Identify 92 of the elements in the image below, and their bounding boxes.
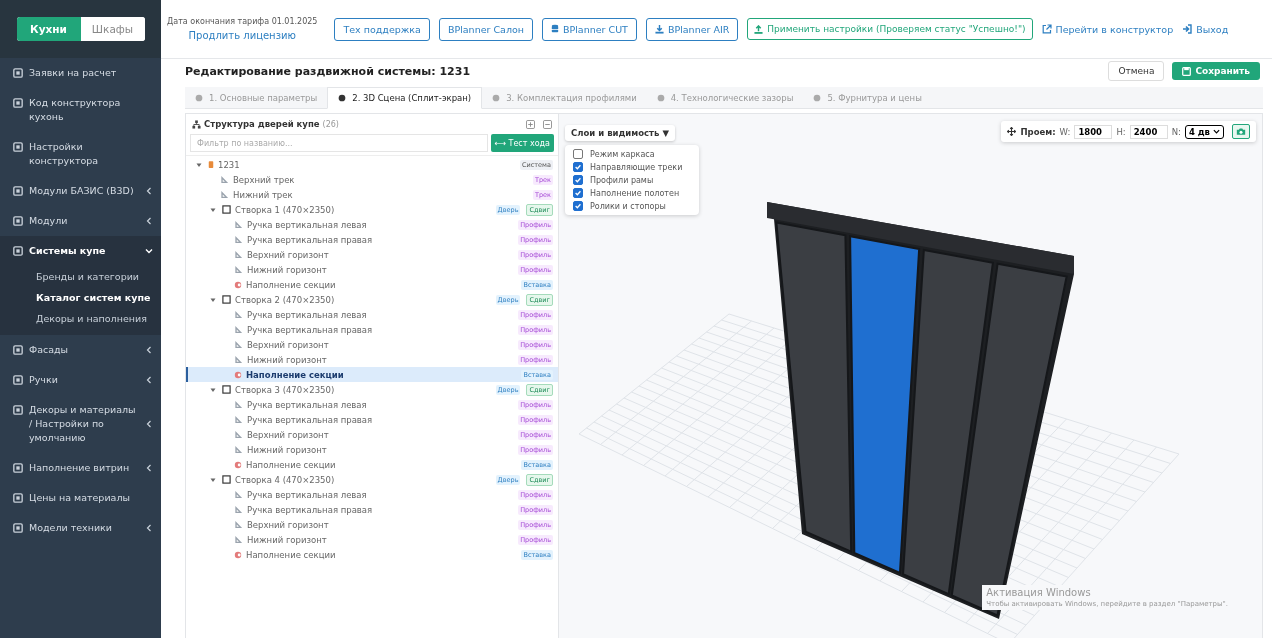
tab-icon bbox=[492, 93, 501, 102]
download-icon bbox=[654, 24, 664, 34]
page-title: Редактирование раздвижной системы: 1231 bbox=[185, 64, 472, 78]
tab-icon bbox=[813, 93, 822, 102]
external-link-icon bbox=[1041, 24, 1052, 34]
toolbar-button[interactable]: BPlanner AIR bbox=[645, 17, 739, 41]
layer-label: Наполнение полотен bbox=[590, 188, 680, 198]
database-icon bbox=[551, 24, 559, 34]
sidebar-item[interactable]: Заявки на расчет bbox=[0, 58, 161, 88]
sidebar-item[interactable]: Модели техники bbox=[0, 513, 161, 543]
count-label: N: bbox=[1171, 126, 1181, 137]
renew-license-link[interactable]: Продлить лицензию bbox=[188, 30, 296, 41]
sidebar-item[interactable]: Фасады bbox=[0, 335, 161, 365]
floppy-icon bbox=[1182, 66, 1192, 76]
menu-icon bbox=[13, 345, 23, 355]
height-label: H: bbox=[1116, 126, 1126, 137]
menu-icon bbox=[13, 142, 23, 152]
menu-icon bbox=[13, 493, 23, 503]
layer-label: Направляющие треки bbox=[590, 162, 683, 172]
camera-button[interactable] bbox=[1232, 124, 1250, 139]
logout-icon bbox=[1182, 24, 1193, 34]
upload-icon bbox=[754, 24, 764, 34]
submenu-item[interactable]: Каталог систем купе bbox=[0, 287, 161, 308]
collapse-all-icon[interactable] bbox=[543, 119, 552, 129]
toolbar-button[interactable]: BPlanner Салон bbox=[438, 17, 533, 41]
menu-icon bbox=[13, 463, 23, 473]
sidebar-item[interactable]: Модули bbox=[0, 206, 161, 236]
chevron-left-icon bbox=[145, 524, 153, 532]
move-icon bbox=[1007, 127, 1017, 136]
sidebar-item[interactable]: Модули БАЗИС (B3D) bbox=[0, 176, 161, 206]
toolbar-button[interactable]: BPlanner CUT bbox=[542, 17, 637, 41]
chevron-left-icon bbox=[145, 217, 153, 225]
toolbar-button[interactable]: Применить настройки (Проверяем статус "Успешно!") bbox=[747, 18, 1033, 40]
width-label: W: bbox=[1059, 126, 1071, 137]
sidebar-item[interactable]: Декоры и материалы / Настройки по умолчанию bbox=[0, 395, 161, 453]
sidebar-item[interactable]: Системы купе bbox=[0, 236, 161, 266]
chevron-down-icon bbox=[145, 247, 153, 255]
constructor-link[interactable]: Перейти в конструктор bbox=[1041, 23, 1174, 35]
checkbox[interactable] bbox=[573, 149, 583, 159]
sidebar-item[interactable]: Цены на материалы bbox=[0, 483, 161, 513]
tab-icon bbox=[656, 93, 665, 102]
filter-field[interactable]: Фильтр по названию... bbox=[190, 134, 488, 152]
hierarchy-icon bbox=[192, 119, 201, 129]
menu-icon bbox=[13, 523, 23, 533]
menu-icon bbox=[13, 405, 23, 415]
layer-label: Ролики и стопоры bbox=[590, 201, 666, 211]
activation-title: Активация Windows bbox=[986, 587, 1092, 598]
caret-icon[interactable] bbox=[210, 386, 216, 393]
tariff-date: Дата окончания тарифа 01.01.2025 bbox=[167, 17, 318, 26]
caret-icon[interactable] bbox=[210, 296, 216, 303]
sidebar-item[interactable]: Код конструктора кухонь bbox=[0, 88, 161, 132]
chevron-left-icon bbox=[145, 187, 153, 195]
chevron-down-icon bbox=[1213, 128, 1220, 135]
layer-label: Профили рамы bbox=[590, 175, 654, 185]
sidebar-item[interactable]: Ручки bbox=[0, 365, 161, 395]
height-field[interactable]: 2400 bbox=[1129, 124, 1168, 139]
layer-label: Режим каркаса bbox=[590, 149, 655, 159]
camera-icon bbox=[1236, 127, 1246, 136]
caret-icon[interactable] bbox=[196, 161, 202, 168]
expand-all-icon[interactable] bbox=[526, 119, 535, 129]
sidebar-item[interactable]: Настройки конструктора bbox=[0, 132, 161, 176]
checkbox[interactable] bbox=[573, 201, 583, 211]
caret-icon[interactable] bbox=[210, 476, 216, 483]
logout-link[interactable]: Выход bbox=[1182, 23, 1229, 35]
menu-icon bbox=[13, 216, 23, 226]
tree-title: Структура дверей купе bbox=[204, 119, 320, 129]
cancel-button[interactable]: Отмена bbox=[1108, 61, 1165, 81]
submenu-item[interactable]: Декоры и наполнения bbox=[0, 308, 161, 329]
menu-icon bbox=[13, 375, 23, 385]
submenu-item[interactable]: Бренды и категории bbox=[0, 266, 161, 287]
checkbox[interactable] bbox=[573, 188, 583, 198]
tab-icon bbox=[195, 93, 203, 102]
layers-dropdown[interactable]: Слои и видимость ▼ bbox=[565, 125, 675, 141]
toolbar-button[interactable]: Тех поддержка bbox=[334, 17, 430, 41]
chevron-left-icon bbox=[145, 346, 153, 354]
chevron-left-icon bbox=[145, 376, 153, 384]
tab[interactable]: 2. 3D Сцена (Сплит-экран) bbox=[327, 87, 483, 109]
chevron-left-icon bbox=[145, 420, 153, 428]
menu-icon bbox=[13, 98, 23, 108]
chevron-left-icon bbox=[145, 464, 153, 472]
menu-icon bbox=[13, 246, 23, 256]
tree-count: (26) bbox=[322, 119, 339, 129]
caret-icon[interactable] bbox=[210, 206, 216, 213]
sidebar-item[interactable]: Наполнение витрин bbox=[0, 453, 161, 483]
checkbox[interactable] bbox=[573, 175, 583, 185]
tab-icon bbox=[338, 94, 347, 102]
menu-icon bbox=[13, 186, 23, 196]
menu-icon bbox=[13, 68, 23, 78]
door-count-select[interactable]: 4 дв bbox=[1184, 124, 1224, 139]
width-field[interactable]: 1800 bbox=[1074, 124, 1113, 139]
checkbox[interactable] bbox=[573, 162, 583, 172]
opening-label: Проем: bbox=[1020, 126, 1056, 137]
